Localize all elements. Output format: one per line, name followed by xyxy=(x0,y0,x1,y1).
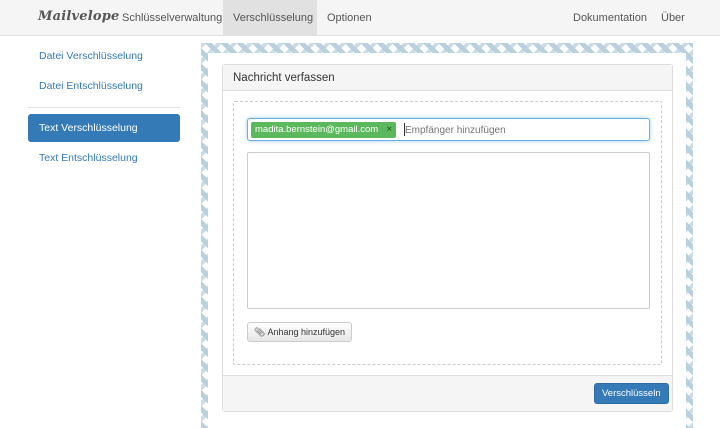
add-attachment-label: Anhang hinzufügen xyxy=(267,327,346,337)
panel-title: Nachricht verfassen xyxy=(233,72,335,84)
brand-logo[interactable]: Mailvelope xyxy=(38,9,120,24)
sidebar-divider xyxy=(28,107,180,108)
panel-footer: Verschlüsseln xyxy=(223,375,672,411)
nav-options[interactable]: Optionen xyxy=(317,0,382,36)
recipient-email: madita.bernstein@gmail.com xyxy=(255,124,379,135)
compose-panel: Nachricht verfassen madita.bernstein@gma… xyxy=(222,64,673,412)
sidebar-item-file-encryption[interactable]: Datei Verschlüsselung xyxy=(28,42,180,70)
sidebar-item-text-decryption[interactable]: Text Entschlüsselung xyxy=(28,144,180,172)
nav-encryption[interactable]: Verschlüsselung xyxy=(223,0,317,36)
compose-body: madita.bernstein@gmail.com × 📎︎Anhang hi… xyxy=(233,101,662,365)
recipients-input-box[interactable]: madita.bernstein@gmail.com × xyxy=(247,118,650,141)
recipient-input[interactable] xyxy=(405,123,645,137)
nav-about[interactable]: Über xyxy=(651,0,695,36)
nav-documentation[interactable]: Dokumentation xyxy=(563,0,657,36)
encrypt-button[interactable]: Verschlüsseln xyxy=(594,383,669,404)
remove-recipient-icon[interactable]: × xyxy=(386,122,392,138)
sidebar-item-text-encryption[interactable]: Text Verschlüsselung xyxy=(28,114,180,142)
paperclip-icon: 📎︎ xyxy=(254,327,266,337)
panel-heading: Nachricht verfassen xyxy=(223,65,672,91)
nav-key-management[interactable]: Schlüsselverwaltung xyxy=(112,0,232,36)
recipient-tag[interactable]: madita.bernstein@gmail.com × xyxy=(251,122,397,138)
add-attachment-button[interactable]: 📎︎ Anhang hinzufügen xyxy=(247,322,353,342)
sidebar-item-file-decryption[interactable]: Datei Entschlüsselung xyxy=(28,72,180,100)
message-textarea[interactable] xyxy=(247,152,650,309)
top-navbar: Mailvelope Schlüsselverwaltung Verschlüs… xyxy=(0,0,720,36)
